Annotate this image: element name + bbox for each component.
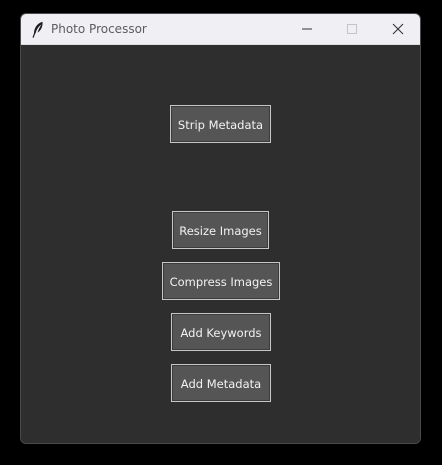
add-keywords-button[interactable]: Add Keywords	[171, 313, 271, 351]
main-panel: Strip Metadata Resize Images Compress Im…	[21, 45, 420, 443]
app-window: Photo Processor Strip Metadata Resize Im…	[20, 13, 421, 444]
title-bar[interactable]: Photo Processor	[21, 14, 420, 45]
minimize-icon	[302, 28, 312, 30]
feather-icon	[31, 21, 45, 38]
compress-images-button[interactable]: Compress Images	[162, 262, 280, 300]
maximize-icon	[347, 24, 357, 34]
minimize-button[interactable]	[285, 14, 329, 44]
strip-metadata-button[interactable]: Strip Metadata	[170, 105, 271, 143]
close-button[interactable]	[376, 14, 420, 44]
resize-images-button[interactable]: Resize Images	[172, 211, 269, 249]
close-icon	[392, 23, 404, 35]
window-title: Photo Processor	[51, 22, 147, 36]
add-metadata-button[interactable]: Add Metadata	[171, 364, 271, 402]
maximize-button[interactable]	[330, 14, 374, 44]
